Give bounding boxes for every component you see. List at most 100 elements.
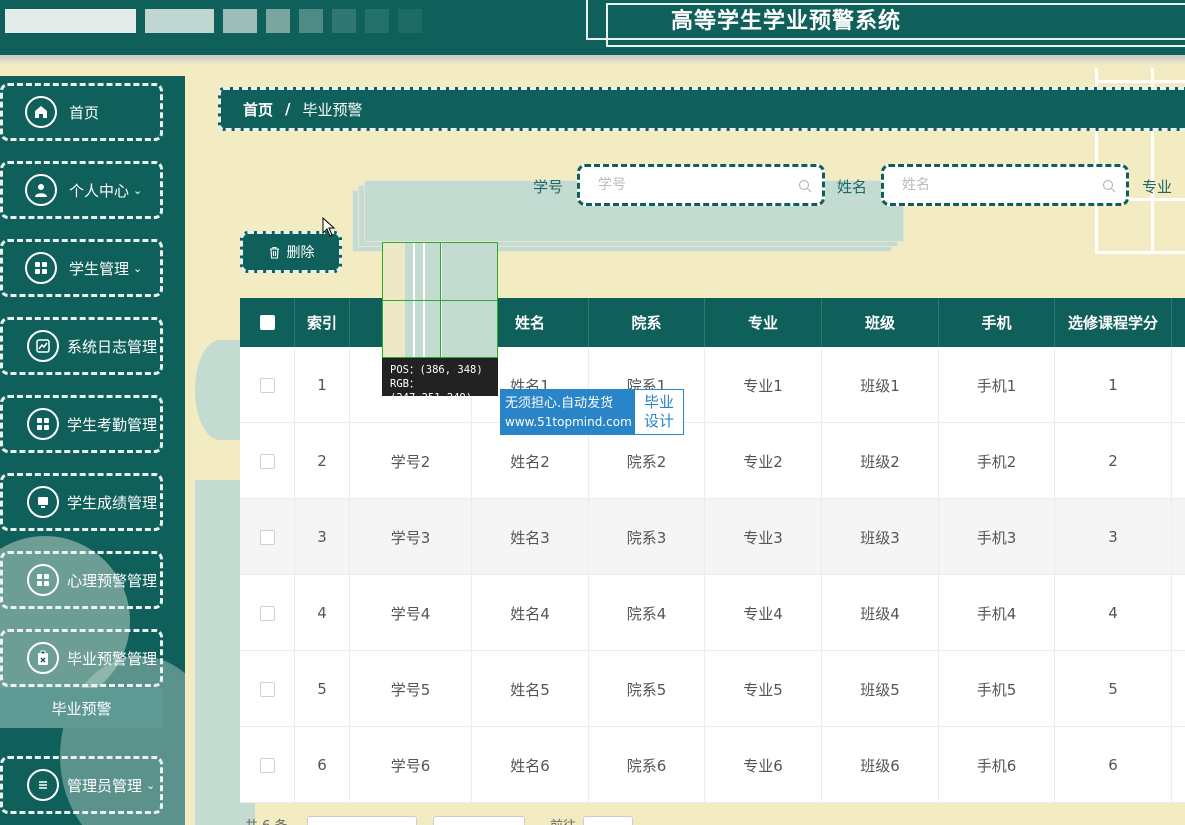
select-all-cell	[240, 298, 295, 347]
search-icon	[798, 179, 812, 193]
picker-rgb: RGB：(247,251,249)	[390, 378, 473, 404]
row-checkbox[interactable]	[259, 681, 275, 697]
table-row[interactable]: 4 学号4 姓名4 院系4 专业4 班级4 手机4 4	[240, 575, 1185, 651]
chart-icon	[27, 330, 59, 362]
name-cell: 姓名4	[472, 575, 589, 651]
table-row[interactable]: 5 学号5 姓名5 院系5 专业5 班级5 手机5 5	[240, 651, 1185, 727]
department-cell: 院系3	[589, 499, 705, 575]
page-navigator[interactable]	[433, 816, 525, 825]
watermark-badge: 无须担心.自动发货 www.51topmind.com 毕业 设计	[500, 389, 684, 435]
row-select-cell	[240, 423, 295, 499]
sidebar-item-personal-center[interactable]: 个人中心 ⌄	[0, 161, 163, 219]
name-search-field	[881, 164, 1129, 206]
picker-position: POS：(386, 348)	[390, 364, 483, 376]
sidebar-item-label: 学生考勤管理	[67, 415, 158, 434]
chevron-down-icon: ⌄	[133, 261, 143, 275]
phone-cell: 手机4	[939, 575, 1055, 651]
delete-button[interactable]: 删除	[240, 231, 342, 273]
credits-cell: 6	[1055, 727, 1172, 803]
row-checkbox[interactable]	[259, 453, 275, 469]
major-label: 专业	[1142, 178, 1173, 196]
sidebar-item-student-management[interactable]: 学生管理 ⌄	[0, 239, 163, 297]
watermark-side2: 设计	[643, 412, 674, 430]
name-cell: 姓名6	[472, 727, 589, 803]
sidebar-item-label: 学生管理	[69, 259, 130, 278]
overflow-cell	[1172, 423, 1185, 499]
select-all-checkbox[interactable]	[259, 315, 275, 330]
watermark-line1: 无须担心.自动发货	[505, 396, 614, 411]
class-cell: 班级6	[822, 727, 939, 803]
column-header[interactable]: 手机	[939, 298, 1055, 347]
page-jump-input[interactable]	[583, 816, 633, 825]
row-checkbox[interactable]	[259, 377, 275, 393]
row-select-cell	[240, 499, 295, 575]
sidebar-item-attendance-management[interactable]: 学生考勤管理	[0, 395, 163, 453]
credits-cell: 5	[1055, 651, 1172, 727]
student-id-cell: 学号6	[350, 727, 472, 803]
column-header[interactable]: 院系	[589, 298, 705, 347]
department-cell: 院系6	[589, 727, 705, 803]
major-cell: 专业5	[705, 651, 822, 727]
credits-cell: 1	[1055, 347, 1172, 423]
credits-cell: 3	[1055, 499, 1172, 575]
background-decoration	[195, 340, 245, 440]
sidebar: 首页 个人中心 ⌄ 学生管理 ⌄ 系统日志管理 学生考勤管理 学生成绩管理 心理…	[0, 76, 185, 825]
row-select-cell	[240, 651, 295, 727]
overflow-cell	[1172, 727, 1185, 803]
page-size-select[interactable]	[307, 816, 417, 825]
clipboard-icon	[27, 642, 59, 674]
student-id-cell: 学号3	[350, 499, 472, 575]
column-header[interactable]: 选修课程学分	[1055, 298, 1172, 347]
watermark-line2: www.51topmind.com	[505, 415, 632, 429]
grid-icon	[27, 408, 59, 440]
table-row[interactable]: 3 学号3 姓名3 院系3 专业3 班级3 手机3 3	[240, 499, 1185, 575]
phone-cell: 手机6	[939, 727, 1055, 803]
major-cell: 专业2	[705, 423, 822, 499]
phone-cell: 手机5	[939, 651, 1055, 727]
major-cell: 专业4	[705, 575, 822, 651]
overflow-cell	[1172, 575, 1185, 651]
home-icon	[25, 96, 57, 128]
table-row[interactable]: 6 学号6 姓名6 院系6 专业6 班级6 手机6 6	[240, 727, 1185, 803]
column-header[interactable]: 索引	[295, 298, 350, 347]
sidebar-item-label: 毕业预警管理	[67, 649, 158, 668]
credits-cell: 2	[1055, 423, 1172, 499]
department-cell: 院系5	[589, 651, 705, 727]
sidebar-item-label: 首页	[69, 103, 100, 122]
breadcrumb-separator: /	[285, 100, 291, 118]
class-cell: 班级5	[822, 651, 939, 727]
class-cell: 班级3	[822, 499, 939, 575]
index-cell: 1	[295, 347, 350, 423]
pagination-total: 共 6 条	[245, 815, 288, 825]
grid-icon	[27, 564, 59, 596]
chevron-down-icon: ⌄	[146, 778, 156, 792]
index-cell: 4	[295, 575, 350, 651]
submenu-graduation-warning[interactable]: 毕业预警	[0, 688, 163, 728]
sidebar-item-label: 系统日志管理	[67, 337, 158, 356]
major-cell: 专业6	[705, 727, 822, 803]
name-input[interactable]	[902, 177, 1082, 193]
index-cell: 6	[295, 727, 350, 803]
sidebar-item-grades-management[interactable]: 学生成绩管理	[0, 473, 163, 531]
table-row[interactable]: 2 学号2 姓名2 院系2 专业2 班级2 手机2 2	[240, 423, 1185, 499]
column-header[interactable]: 班级	[822, 298, 939, 347]
student-id-input[interactable]	[598, 177, 778, 193]
row-checkbox[interactable]	[259, 757, 275, 773]
row-checkbox[interactable]	[259, 605, 275, 621]
column-header[interactable]: 专业	[705, 298, 822, 347]
sidebar-item-log-management[interactable]: 系统日志管理	[0, 317, 163, 375]
top-header: 高等学生学业预警系统	[0, 0, 1185, 55]
sidebar-item-admin-management[interactable]: 管理员管理 ⌄	[0, 756, 163, 814]
app-title: 高等学生学业预警系统	[670, 9, 901, 34]
student-id-search-field	[577, 164, 825, 206]
row-checkbox[interactable]	[259, 529, 275, 545]
name-cell: 姓名5	[472, 651, 589, 727]
trash-icon	[269, 246, 279, 259]
breadcrumb-home[interactable]: 首页	[243, 99, 273, 120]
sidebar-item-home[interactable]: 首页	[0, 83, 163, 141]
sidebar-item-graduation-warning[interactable]: 毕业预警管理	[0, 629, 163, 687]
sidebar-item-psychology-warning[interactable]: 心理预警管理	[0, 551, 163, 609]
breadcrumb-current: 毕业预警	[302, 100, 363, 119]
list-icon	[27, 769, 59, 801]
header-shadow	[0, 55, 1185, 65]
